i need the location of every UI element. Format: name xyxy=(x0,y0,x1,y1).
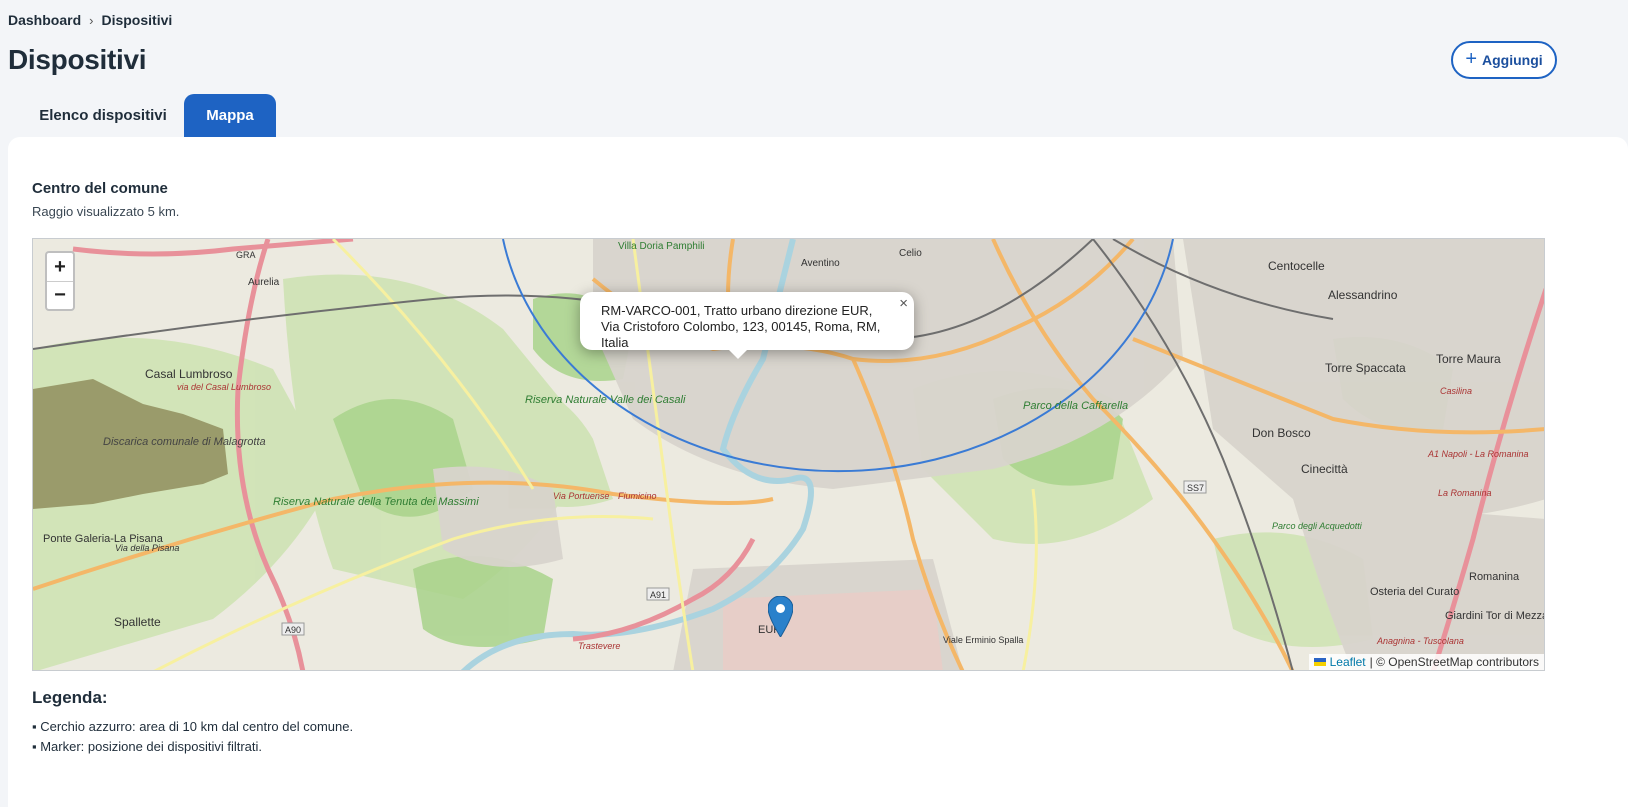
map-label-don-bosco: Don Bosco xyxy=(1252,426,1311,440)
map-label-riserva-tenuta: Riserva Naturale della Tenuta dei Massim… xyxy=(273,496,479,508)
map-label-celio: Celio xyxy=(899,248,922,259)
map-label-discarica: Discarica comunale di Malagrotta xyxy=(103,436,266,448)
section-subtitle: Raggio visualizzato 5 km. xyxy=(32,204,180,219)
marker-popup: RM-VARCO-001, Tratto urbano direzione EU… xyxy=(580,292,914,350)
breadcrumb-current: Dispositivi xyxy=(101,12,173,28)
map-label-osteria-curato: Osteria del Curato xyxy=(1370,586,1459,598)
map-label-aventino: Aventino xyxy=(801,258,840,269)
map-marker-icon[interactable] xyxy=(768,596,793,637)
map-label-trastevere: Trastevere xyxy=(578,641,620,651)
map-label-anagnina: Anagnina - Tuscolana xyxy=(1376,636,1464,646)
plus-icon: + xyxy=(1465,48,1478,70)
map-label-la-romanina: La Romanina xyxy=(1438,488,1492,498)
page-title: Dispositivi xyxy=(8,44,147,75)
ukraine-flag-icon xyxy=(1313,658,1326,666)
map-label-riserva-valle-casali: Riserva Naturale Valle dei Casali xyxy=(525,394,686,406)
section-title: Centro del comune xyxy=(32,180,168,197)
zoom-control: + − xyxy=(45,251,75,311)
map-shield-a91: A91 xyxy=(650,590,666,600)
tab-map[interactable]: Mappa xyxy=(184,94,276,137)
map-label-parco-acquedotti: Parco degli Acquedotti xyxy=(1272,521,1363,531)
map-shield-ss7: SS7 xyxy=(1187,483,1204,493)
popup-text: RM-VARCO-001, Tratto urbano direzione EU… xyxy=(601,303,881,350)
breadcrumb-home-link[interactable]: Dashboard xyxy=(8,12,81,28)
map-label-via-pisana: Via della Pisana xyxy=(115,543,179,553)
map-label-fiumicino: Fiumicino xyxy=(618,491,657,501)
map-label-alessandrino: Alessandrino xyxy=(1328,288,1398,302)
close-icon[interactable]: × xyxy=(899,296,908,312)
map-label-romanina: Romanina xyxy=(1469,571,1520,583)
map-label-torre-spaccata: Torre Spaccata xyxy=(1325,361,1406,375)
add-button-label: Aggiungi xyxy=(1482,52,1543,68)
map-label-viale-erminio: Viale Erminio Spalla xyxy=(943,635,1023,645)
map-shield-a90: A90 xyxy=(285,625,301,635)
map-label-parco-caffarella: Parco della Caffarella xyxy=(1023,400,1128,412)
zoom-out-button[interactable]: − xyxy=(47,281,73,309)
legend-item-marker: ▪ Marker: posizione dei dispositivi filt… xyxy=(32,739,263,754)
zoom-in-button[interactable]: + xyxy=(47,253,73,281)
map-label-spallette: Spallette xyxy=(114,615,161,629)
map-label-torre-maura: Torre Maura xyxy=(1436,352,1501,366)
map-label-aurelia: Aurelia xyxy=(248,277,280,288)
leaflet-link[interactable]: Leaflet xyxy=(1330,655,1366,669)
breadcrumb: Dashboard › Dispositivi xyxy=(8,12,172,28)
popup-tip xyxy=(728,349,748,359)
map-label-gra: GRA xyxy=(236,250,256,260)
map-label-via-casal-lumbroso: via del Casal Lumbroso xyxy=(177,382,271,392)
map-label-a1: A1 Napoli - La Romanina xyxy=(1427,449,1529,459)
legend-title: Legenda: xyxy=(32,688,108,707)
map-label-casilina: Casilina xyxy=(1440,386,1472,396)
breadcrumb-separator-icon: › xyxy=(89,12,94,28)
map-label-giardini: Giardini Tor di Mezzavia xyxy=(1445,610,1545,622)
map-label-via-portuense: Via Portuense xyxy=(553,491,609,501)
legend-item-circle: ▪ Cerchio azzurro: area di 10 km dal cen… xyxy=(32,719,354,734)
osm-attribution: | © OpenStreetMap contributors xyxy=(1369,655,1539,669)
map-label-casal-lumbroso: Casal Lumbroso xyxy=(145,367,233,381)
tab-device-list[interactable]: Elenco dispositivi xyxy=(28,94,178,137)
map-label-cinecitta: Cinecittà xyxy=(1301,462,1348,476)
add-button[interactable]: + Aggiungi xyxy=(1451,41,1557,79)
map-label-villa-doria: Villa Doria Pamphili xyxy=(618,241,705,252)
map-attribution: Leaflet | © OpenStreetMap contributors xyxy=(1308,654,1544,670)
map-label-centocelle: Centocelle xyxy=(1268,259,1325,273)
